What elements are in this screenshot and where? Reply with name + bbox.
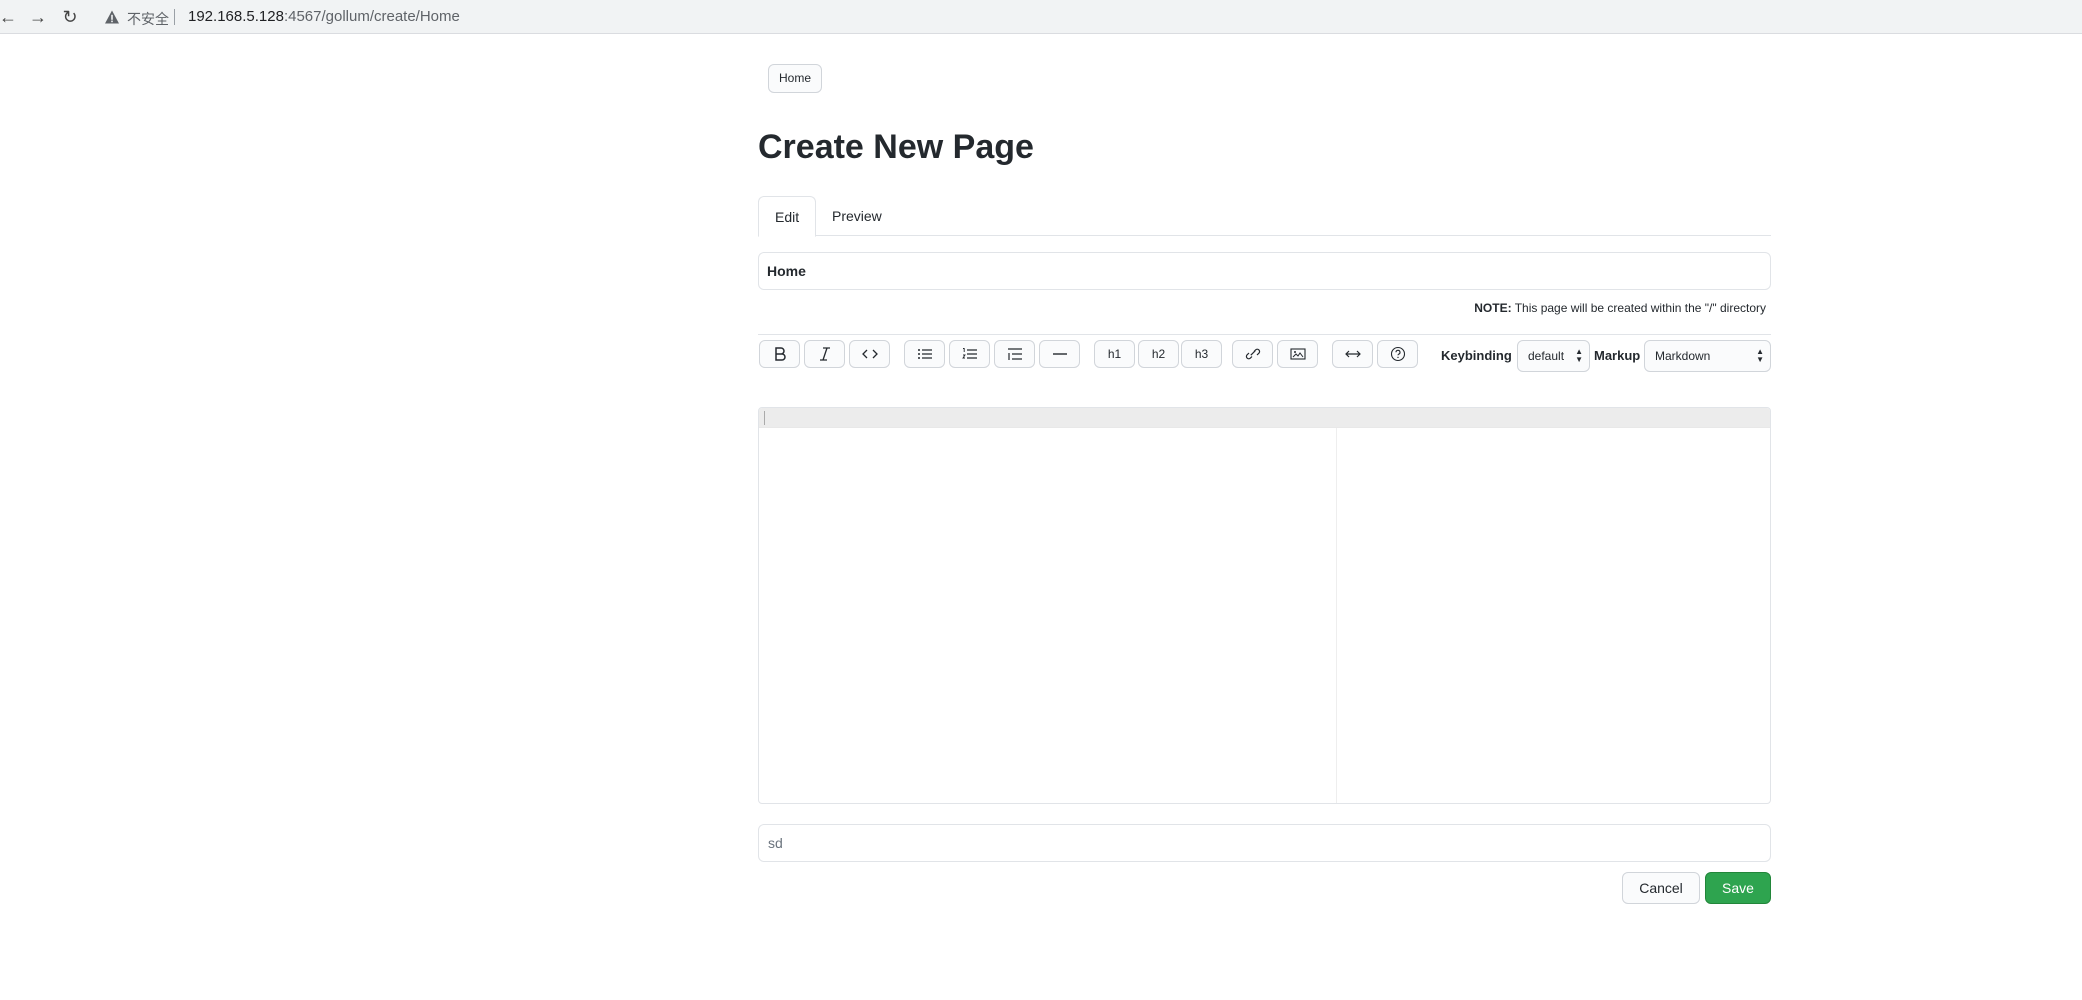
page-title: Create New Page (758, 128, 1034, 166)
forward-icon[interactable]: → (26, 5, 50, 29)
keybinding-select[interactable]: default ▲ ▼ (1517, 340, 1590, 372)
markdown-editor[interactable] (758, 407, 1771, 804)
cancel-button[interactable]: Cancel (1622, 872, 1700, 904)
image-button[interactable] (1277, 340, 1318, 368)
directory-note: NOTE: This page will be created within t… (1474, 301, 1766, 315)
link-icon (1245, 348, 1260, 360)
editor-cursor (764, 411, 765, 425)
function-button[interactable] (1332, 340, 1373, 368)
code-button[interactable] (849, 340, 890, 368)
url-path: :4567/gollum/create/Home (283, 8, 460, 25)
editor-header (759, 408, 1770, 428)
bold-button[interactable] (759, 340, 800, 368)
note-label: NOTE: (1474, 301, 1512, 315)
editor-tabs: Edit Preview (758, 196, 1771, 237)
page-name-input[interactable]: Home (758, 252, 1771, 290)
omnibox-separator (174, 9, 175, 25)
bullet-list-button[interactable] (904, 340, 945, 368)
select-caret-icon: ▲ ▼ (1756, 347, 1764, 364)
blockquote-icon (1007, 348, 1022, 360)
omnibox[interactable]: 不安全 192.168.5.128:4567/gollum/create/Hom… (92, 3, 2082, 31)
warning-icon[interactable] (104, 9, 120, 25)
blockquote-button[interactable] (994, 340, 1035, 368)
url-host: 192.168.5.128 (188, 8, 284, 25)
editor-split-divider (1336, 428, 1337, 803)
h1-button[interactable]: h1 (1094, 340, 1135, 368)
help-button[interactable] (1377, 340, 1418, 368)
numbered-list-icon (961, 348, 977, 359)
question-icon (1390, 346, 1405, 362)
markup-value: Markdown (1655, 349, 1711, 363)
keybinding-value: default (1528, 349, 1565, 363)
tab-preview[interactable]: Preview (816, 196, 898, 236)
image-icon (1289, 348, 1306, 360)
browser-address-bar: ← → ↻ 不安全 192.168.5.128:4567/gollum/crea… (0, 0, 2082, 34)
note-text: This page will be created within the "/"… (1511, 301, 1766, 315)
reload-icon[interactable]: ↻ (58, 5, 82, 29)
url-text[interactable]: 192.168.5.128:4567/gollum/create/Home (188, 8, 460, 25)
link-button[interactable] (1232, 340, 1273, 368)
markup-select[interactable]: Markdown ▲ ▼ (1644, 340, 1771, 372)
breadcrumb-home-button[interactable]: Home (768, 64, 823, 93)
h2-button[interactable]: h2 (1138, 340, 1179, 368)
horizontal-rule-icon (1052, 353, 1067, 355)
numbered-list-button[interactable] (949, 340, 990, 368)
back-icon[interactable]: ← (0, 5, 20, 29)
italic-button[interactable] (804, 340, 845, 368)
code-icon (861, 349, 878, 359)
insecure-label: 不安全 (127, 12, 169, 28)
tab-edit[interactable]: Edit (758, 196, 817, 237)
horizontal-rule-button[interactable] (1039, 340, 1080, 368)
bullet-list-icon (917, 349, 932, 359)
select-caret-icon: ▲ ▼ (1575, 347, 1583, 364)
italic-icon (819, 347, 830, 361)
markup-label: Markup (1594, 348, 1641, 363)
toolbar-divider (758, 334, 1771, 335)
h3-button[interactable]: h3 (1181, 340, 1222, 368)
commit-message-input[interactable]: sd (758, 824, 1771, 862)
save-button[interactable]: Save (1705, 872, 1771, 904)
bold-icon (774, 347, 786, 361)
arrows-horizontal-icon (1344, 350, 1361, 358)
keybinding-label: Keybinding (1441, 348, 1512, 363)
